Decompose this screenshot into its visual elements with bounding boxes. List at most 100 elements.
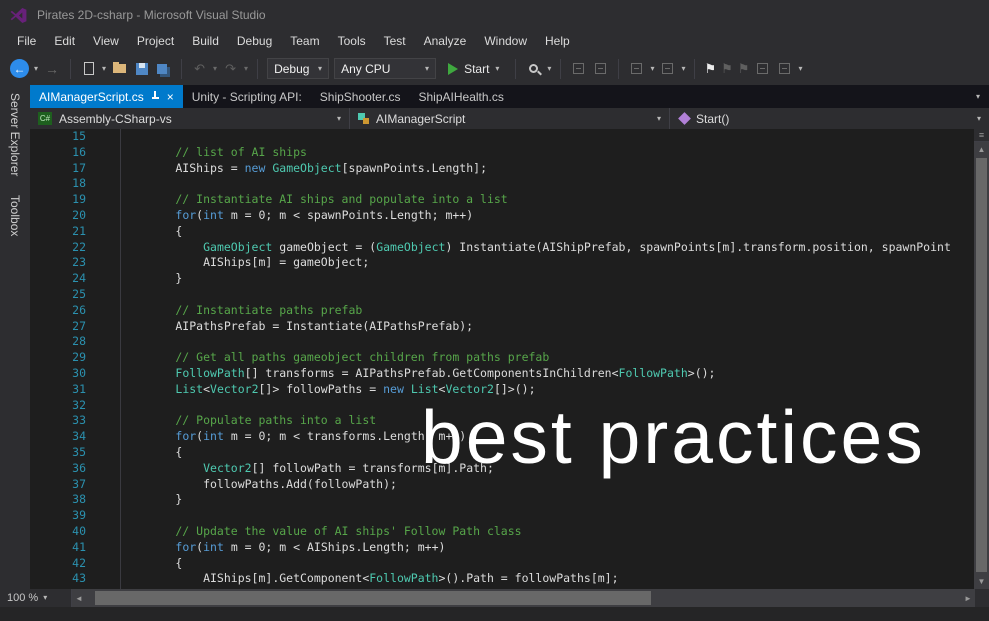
scroll-up-button[interactable]: ▲ bbox=[974, 142, 989, 156]
save-button[interactable] bbox=[133, 60, 150, 78]
close-icon[interactable]: × bbox=[167, 91, 174, 103]
navigate-back-button[interactable]: ← bbox=[10, 59, 29, 78]
code-text: followPaths.Add(followPath); bbox=[120, 477, 397, 493]
new-file-button[interactable] bbox=[80, 60, 97, 78]
toolbar-separator bbox=[257, 59, 258, 79]
line-number: 17 bbox=[30, 161, 86, 177]
undo-dropdown-icon[interactable]: ▾ bbox=[213, 65, 217, 73]
code-text: for(int m = 0; m < spawnPoints.Length; m… bbox=[120, 208, 473, 224]
menu-item-help[interactable]: Help bbox=[536, 31, 579, 51]
menu-item-tools[interactable]: Tools bbox=[329, 31, 375, 51]
toolbar-overflow-button[interactable]: ▾ bbox=[798, 65, 802, 73]
start-label: Start bbox=[464, 62, 489, 76]
code-text: // Instantiate paths prefab bbox=[120, 303, 362, 319]
tab-overflow-button[interactable]: ▾ bbox=[976, 93, 989, 101]
menu-item-file[interactable]: File bbox=[8, 31, 45, 51]
side-tab-server-explorer[interactable]: Server Explorer bbox=[8, 88, 22, 181]
find-in-files-button[interactable] bbox=[525, 60, 542, 78]
outlining-margin-line bbox=[120, 129, 121, 589]
stop-debugging-button[interactable] bbox=[592, 60, 609, 78]
menu-item-view[interactable]: View bbox=[84, 31, 128, 51]
scrollbar-corner bbox=[975, 589, 989, 607]
titlebar[interactable]: Pirates 2D-csharp - Microsoft Visual Stu… bbox=[0, 0, 989, 30]
code-line: 22 GameObject gameObject = (GameObject) … bbox=[30, 240, 974, 256]
code-line: 33 // Populate paths into a list bbox=[30, 413, 974, 429]
previous-bookmark-button[interactable]: ⚑ bbox=[721, 61, 733, 77]
clear-bookmarks-button[interactable] bbox=[754, 60, 771, 78]
menu-item-build[interactable]: Build bbox=[183, 31, 228, 51]
find-dropdown-icon[interactable]: ▾ bbox=[547, 65, 551, 73]
line-number: 25 bbox=[30, 287, 86, 303]
tabstrip: AIManagerScript.cs×Unity - Scripting API… bbox=[30, 85, 989, 108]
editor-tab[interactable]: Unity - Scripting API: bbox=[183, 85, 311, 108]
start-debugging-button[interactable]: Start ▾ bbox=[441, 58, 506, 80]
editor-tab[interactable]: AIManagerScript.cs× bbox=[30, 85, 183, 108]
code-lines: 1516 // list of AI ships17 AIShips = new… bbox=[30, 129, 974, 587]
save-all-button[interactable] bbox=[155, 60, 172, 78]
line-number: 37 bbox=[30, 477, 86, 493]
menu-item-window[interactable]: Window bbox=[475, 31, 536, 51]
editor-splitter-handle[interactable]: ≡ bbox=[974, 129, 989, 142]
step-over-button[interactable] bbox=[659, 60, 676, 78]
project-select[interactable]: C# Assembly-CSharp-vs ▾ bbox=[30, 108, 350, 129]
scroll-right-button[interactable]: ► bbox=[961, 589, 975, 607]
vertical-scrollbar[interactable]: ≡ ▲ ▼ bbox=[974, 129, 989, 589]
tab-label: ShipAIHealth.cs bbox=[419, 90, 504, 104]
solution-configurations-select[interactable]: Debug ▾ bbox=[267, 58, 329, 79]
step-into-dropdown-icon[interactable]: ▾ bbox=[650, 65, 654, 73]
vertical-scrollbar-thumb[interactable] bbox=[976, 158, 987, 572]
menu-item-analyze[interactable]: Analyze bbox=[415, 31, 476, 51]
scroll-down-button[interactable]: ▼ bbox=[974, 574, 989, 588]
editor-tab[interactable]: ShipShooter.cs bbox=[311, 85, 410, 108]
break-all-button[interactable] bbox=[570, 60, 587, 78]
step-over-dropdown-icon[interactable]: ▾ bbox=[681, 65, 685, 73]
pin-icon[interactable] bbox=[151, 91, 160, 102]
scroll-left-button[interactable]: ◄ bbox=[72, 589, 86, 607]
code-line: 34 for(int m = 0; m < transforms.Length;… bbox=[30, 429, 974, 445]
code-line: 42 { bbox=[30, 556, 974, 572]
code-line: 40 // Update the value of AI ships' Foll… bbox=[30, 524, 974, 540]
next-bookmark-button[interactable]: ⚑ bbox=[738, 61, 750, 77]
line-number: 15 bbox=[30, 129, 86, 145]
zoom-select[interactable]: 100 % ▾ bbox=[0, 589, 72, 607]
code-text: { bbox=[120, 445, 182, 461]
comment-selection-button[interactable] bbox=[776, 60, 793, 78]
start-dropdown-icon: ▾ bbox=[495, 65, 499, 73]
line-number: 20 bbox=[30, 208, 86, 224]
redo-button[interactable]: ↷ bbox=[222, 60, 239, 78]
horizontal-scrollbar-track[interactable] bbox=[86, 589, 961, 607]
solution-platforms-select[interactable]: Any CPU ▾ bbox=[334, 58, 436, 79]
visual-studio-window: Pirates 2D-csharp - Microsoft Visual Stu… bbox=[0, 0, 989, 621]
code-editor[interactable]: 1516 // list of AI ships17 AIShips = new… bbox=[30, 129, 974, 589]
open-file-button[interactable] bbox=[111, 60, 128, 78]
code-text: FollowPath[] transforms = AIPathsPrefab.… bbox=[120, 366, 715, 382]
editor-tab[interactable]: ShipAIHealth.cs bbox=[410, 85, 513, 108]
menu-item-edit[interactable]: Edit bbox=[45, 31, 84, 51]
menu-item-project[interactable]: Project bbox=[128, 31, 183, 51]
line-number: 32 bbox=[30, 398, 86, 414]
menu-item-debug[interactable]: Debug bbox=[228, 31, 281, 51]
toggle-bookmark-button[interactable]: ⚑ bbox=[704, 61, 716, 77]
type-select[interactable]: AIManagerScript ▾ bbox=[350, 108, 670, 129]
play-icon bbox=[448, 63, 458, 75]
menu-item-test[interactable]: Test bbox=[375, 31, 415, 51]
horizontal-scrollbar-thumb[interactable] bbox=[95, 591, 651, 605]
line-number: 16 bbox=[30, 145, 86, 161]
undo-button[interactable]: ↶ bbox=[191, 60, 208, 78]
redo-dropdown-icon[interactable]: ▾ bbox=[244, 65, 248, 73]
member-select[interactable]: Start() ▾ bbox=[670, 108, 989, 129]
code-text: AIShips[m] = gameObject; bbox=[120, 255, 369, 271]
menu-item-team[interactable]: Team bbox=[281, 31, 328, 51]
code-line: 41 for(int m = 0; m < AIShips.Length; m+… bbox=[30, 540, 974, 556]
line-number: 33 bbox=[30, 413, 86, 429]
navigate-back-dropdown-icon[interactable]: ▾ bbox=[34, 65, 38, 73]
line-number: 34 bbox=[30, 429, 86, 445]
step-into-button[interactable] bbox=[628, 60, 645, 78]
tab-list: AIManagerScript.cs×Unity - Scripting API… bbox=[30, 85, 513, 108]
new-file-dropdown-icon[interactable]: ▾ bbox=[102, 65, 106, 73]
side-tab-toolbox[interactable]: Toolbox bbox=[8, 190, 22, 241]
method-icon bbox=[678, 112, 691, 125]
line-number: 35 bbox=[30, 445, 86, 461]
code-text: } bbox=[120, 492, 182, 508]
navigate-forward-button[interactable]: → bbox=[43, 61, 61, 77]
